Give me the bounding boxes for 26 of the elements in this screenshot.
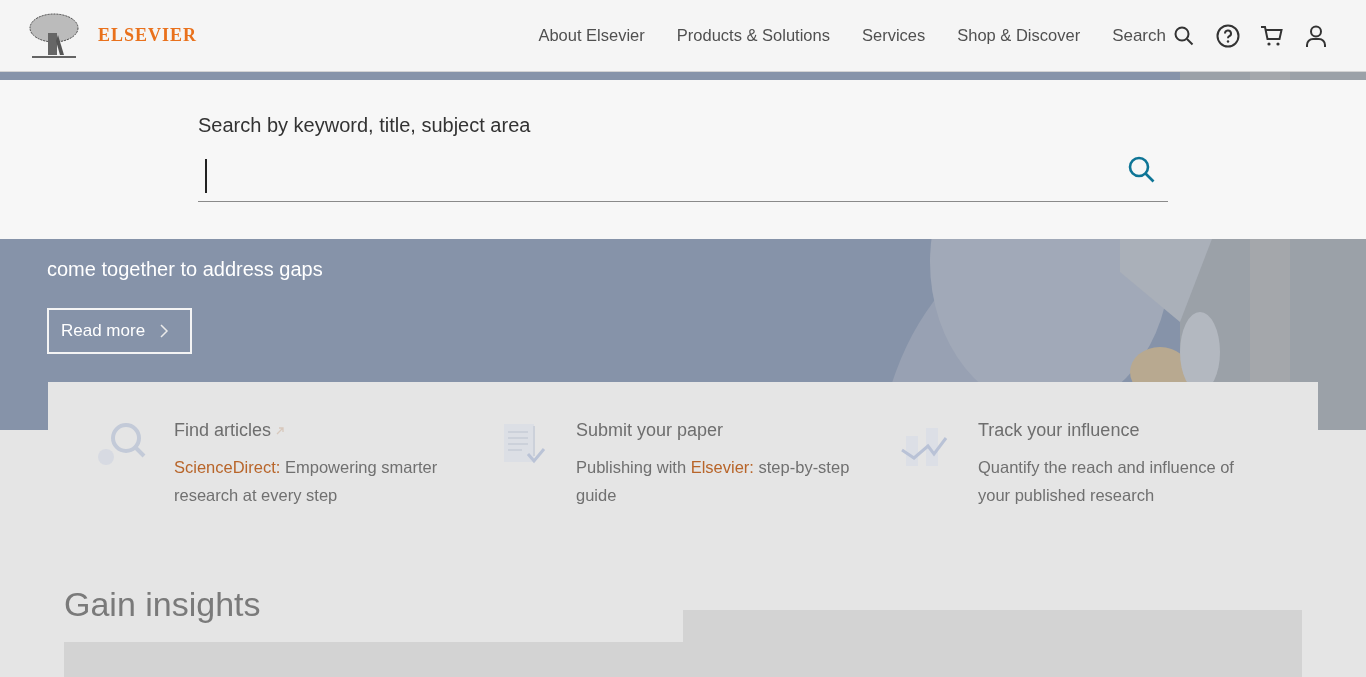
feature-description: Quantify the reach and influence of your published research	[978, 457, 1235, 506]
text-cursor	[205, 159, 207, 193]
feature-title[interactable]: Submit your paper	[576, 420, 724, 441]
nav-link[interactable]: Services	[861, 26, 926, 45]
search-icon[interactable]	[1128, 156, 1156, 184]
feature-title[interactable]: Find articles	[174, 420, 272, 441]
search-button[interactable]: Search	[1112, 25, 1194, 46]
chevron-icon	[159, 324, 170, 338]
help-icon[interactable]	[1216, 23, 1240, 48]
search-label: Search by keyword, title, subject area	[198, 114, 532, 137]
nav-link[interactable]: About Elsevier	[538, 26, 645, 45]
tree-logo-icon[interactable]	[28, 12, 80, 59]
brand-name[interactable]: ELSEVIER	[98, 25, 198, 46]
search-icon	[1174, 25, 1194, 46]
section-heading: Gain insights	[64, 585, 262, 624]
user-icon[interactable]	[1304, 23, 1328, 48]
read-more-button[interactable]: Read more	[47, 308, 192, 354]
hero-text: come together to address gaps	[47, 257, 324, 282]
cart-icon[interactable]	[1260, 23, 1284, 48]
feature-description: Publishing with Elsevier: step-by-step guide	[576, 457, 851, 506]
nav-link[interactable]: Shop & Discover	[957, 26, 1081, 45]
feature-title[interactable]: Track your influence	[978, 420, 1140, 441]
nav-link[interactable]: Products & Solutions	[676, 26, 830, 45]
feature-description: ScienceDirect: Empowering smarter research at every step	[174, 457, 439, 506]
link[interactable]: ScienceDirect:	[174, 458, 281, 476]
link[interactable]: Elsevier:	[690, 458, 754, 476]
